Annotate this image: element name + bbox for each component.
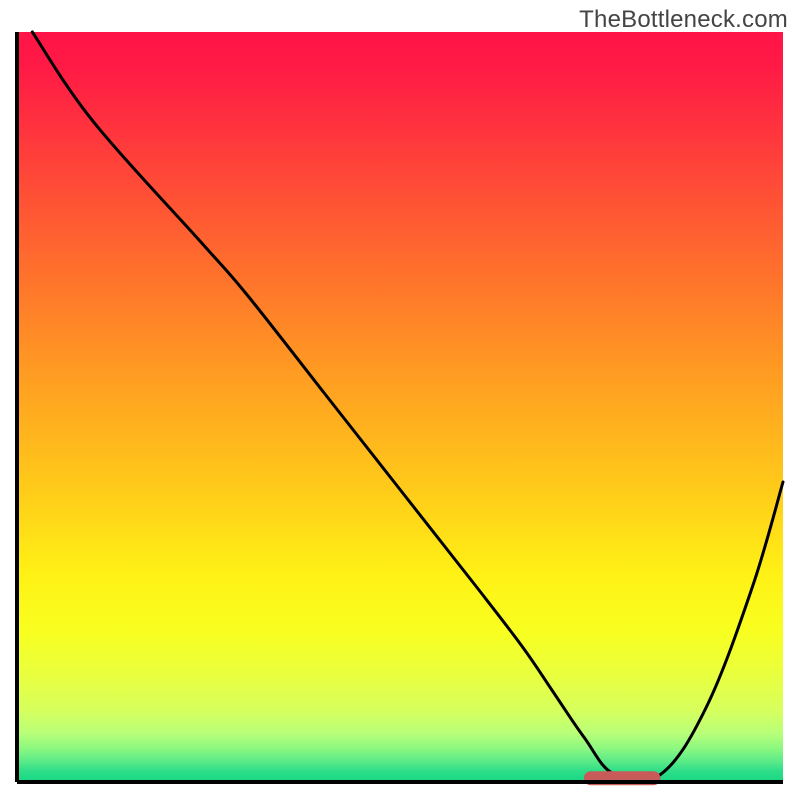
- bottleneck-chart: [0, 0, 800, 800]
- watermark-text: TheBottleneck.com: [579, 6, 788, 34]
- chart-background: [17, 32, 783, 782]
- chart-container: TheBottleneck.com: [0, 0, 800, 800]
